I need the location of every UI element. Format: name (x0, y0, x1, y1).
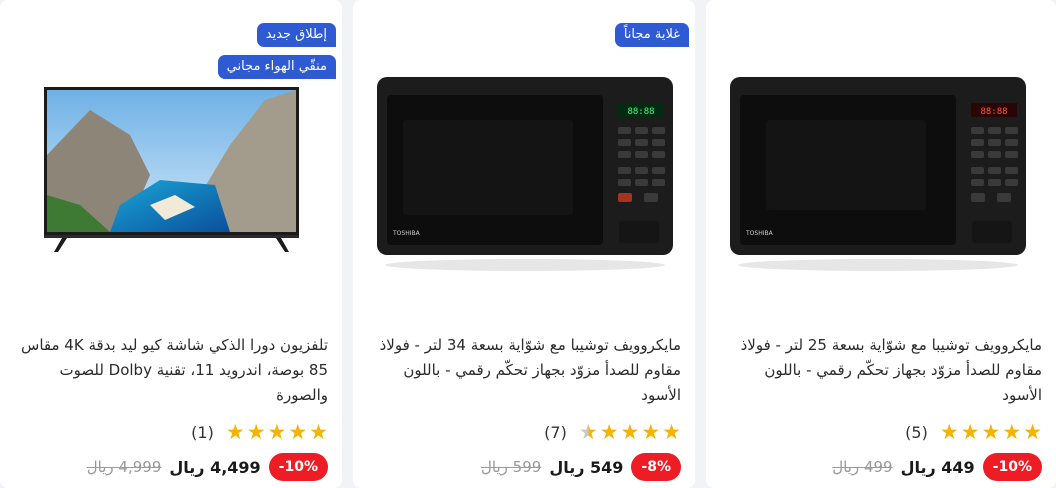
microwave-image: 88:88 TOSHIBA (730, 77, 1026, 271)
star-icon: ★ (1023, 420, 1042, 444)
star-icon: ★ (309, 420, 328, 444)
price-row: -8% 549 ريال 599 ريال (481, 452, 681, 482)
price: 449 ريال (900, 457, 975, 477)
star-icon: ★ (288, 420, 308, 444)
product-card-microwave-34l[interactable]: غلاية مجاناً 88:88 TOSHIBA مايكروويف توش… (353, 0, 695, 488)
star-half-icon: ★ (578, 420, 598, 444)
price: 4,499 ريال (169, 457, 261, 477)
rating: ★ ★ ★ ★ ★ (1) (191, 421, 328, 443)
star-icon: ★ (662, 420, 681, 444)
discount-badge: -10% (268, 453, 328, 481)
star-icon: ★ (225, 420, 245, 444)
discount-badge: -8% (631, 453, 681, 481)
new-launch-badge: إطلاق جديد (256, 23, 336, 47)
product-card-microwave-25l[interactable]: 88:88 TOSHIBA مايكروويف توشيبا مع شوّاية… (706, 0, 1056, 488)
tv-image (44, 87, 299, 252)
old-price: 599 ريال (481, 458, 542, 476)
free-kettle-badge: غلاية مجاناً (614, 23, 689, 47)
star-icon: ★ (267, 420, 287, 444)
display-text: 88:88 (980, 107, 1007, 117)
rating: ★ ★ ★ ★ ★ (5) (905, 421, 1042, 443)
old-price: 499 ريال (832, 458, 893, 476)
star-icon: ★ (960, 420, 980, 444)
star-icon: ★ (939, 420, 959, 444)
microwave-image: 88:88 TOSHIBA (377, 77, 673, 271)
display-text: 88:88 (627, 107, 654, 117)
star-icon: ★ (641, 420, 661, 444)
product-title[interactable]: مايكروويف توشيبا مع شوّاية بسعة 25 لتر -… (720, 333, 1042, 408)
price-row: -10% 449 ريال 499 ريال (832, 452, 1042, 482)
product-card-tv[interactable]: إطلاق جديد منقّي الهواء مجاني تلفزيون دو… (0, 0, 342, 488)
price: 549 ريال (549, 457, 624, 477)
rating-count: (1) (191, 422, 214, 442)
star-icon: ★ (599, 420, 619, 444)
old-price: 4,999 ريال (86, 458, 162, 476)
star-icon: ★ (246, 420, 266, 444)
rating-count: (5) (905, 422, 928, 442)
brand-label: TOSHIBA (745, 230, 774, 237)
star-icon: ★ (981, 420, 1001, 444)
price-row: -10% 4,499 ريال 4,999 ريال (87, 452, 328, 482)
product-image[interactable] (0, 55, 342, 285)
rating-count: (7) (544, 422, 567, 442)
product-image[interactable]: 88:88 TOSHIBA (353, 55, 695, 285)
brand-label: TOSHIBA (392, 230, 421, 237)
star-icon: ★ (620, 420, 640, 444)
star-icon: ★ (1002, 420, 1022, 444)
product-title[interactable]: تلفزيون دورا الذكي شاشة كيو ليد بدقة 4K … (14, 333, 328, 408)
product-image[interactable]: 88:88 TOSHIBA (706, 55, 1056, 285)
discount-badge: -10% (982, 453, 1042, 481)
rating: ★ ★ ★ ★ ★ (7) (544, 421, 681, 443)
product-title[interactable]: مايكروويف توشيبا مع شوّاية بسعة 34 لتر -… (367, 333, 681, 408)
